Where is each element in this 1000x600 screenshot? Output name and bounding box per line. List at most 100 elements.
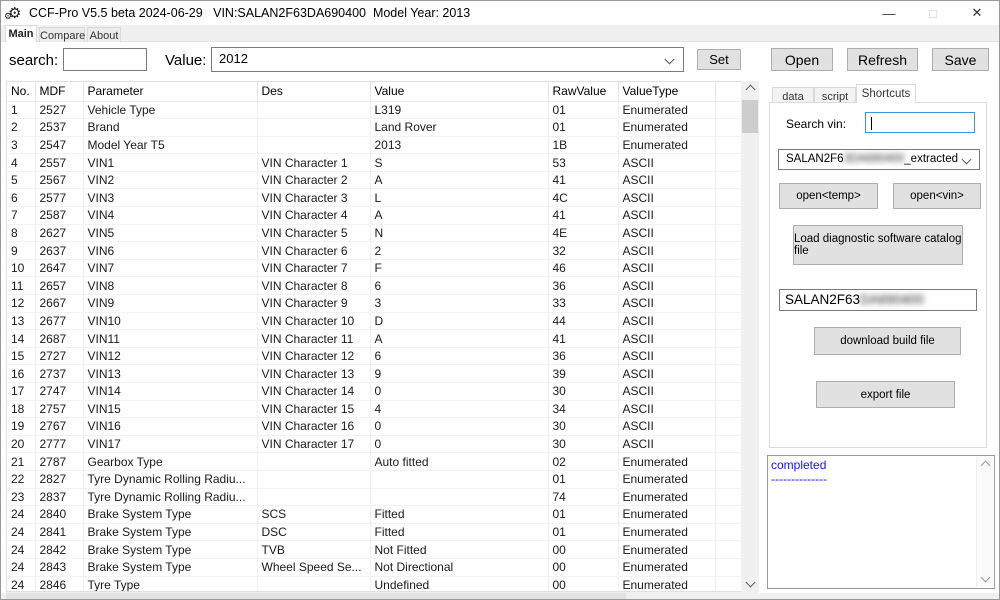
table-row[interactable]: 22537BrandLand Rover01Enumerated <box>7 119 743 137</box>
table-cell: VIN Character 4 <box>257 207 370 225</box>
table-cell: ASCII <box>618 383 715 401</box>
table-cell: 22 <box>7 470 35 488</box>
table-horizontal-scrollbar[interactable] <box>6 592 759 600</box>
column-header-no[interactable]: No. <box>7 82 35 101</box>
export-file-button[interactable]: export file <box>816 381 955 408</box>
column-header-parameter[interactable]: Parameter <box>83 82 257 101</box>
table-row[interactable]: 102647VIN7VIN Character 7F46ASCII <box>7 259 743 277</box>
table-cell: 1 <box>7 101 35 119</box>
table-row[interactable]: 242840Brake System TypeSCSFitted01Enumer… <box>7 506 743 524</box>
table-row[interactable]: 62577VIN3VIN Character 3L4CASCII <box>7 189 743 207</box>
value-combobox[interactable]: 2012 <box>211 47 684 72</box>
minimize-button[interactable]: — <box>867 1 911 25</box>
tab-main[interactable]: Main <box>5 25 37 42</box>
table-row[interactable]: 182757VIN15VIN Character 15434ASCII <box>7 400 743 418</box>
table-cell: 4 <box>7 154 35 172</box>
table-row[interactable]: 112657VIN8VIN Character 8636ASCII <box>7 277 743 295</box>
table-row[interactable]: 42557VIN1VIN Character 1S53ASCII <box>7 154 743 172</box>
table-row[interactable]: 132677VIN10VIN Character 10D44ASCII <box>7 312 743 330</box>
table-cell: 4 <box>370 400 548 418</box>
table-cell: 2657 <box>35 277 83 295</box>
table-row[interactable]: 152727VIN12VIN Character 12636ASCII <box>7 347 743 365</box>
table-cell: VIN9 <box>83 295 257 313</box>
log-box[interactable]: completed-------------- <box>767 455 995 589</box>
table-row[interactable]: 52567VIN2VIN Character 2A41ASCII <box>7 171 743 189</box>
tab-data[interactable]: data <box>772 87 814 103</box>
load-catalog-button[interactable]: Load diagnostic software catalog file <box>793 225 963 265</box>
table-cell: 0 <box>370 383 548 401</box>
tab-compare[interactable]: Compare <box>39 27 85 42</box>
table-cell <box>257 119 370 137</box>
tab-shortcuts[interactable]: Shortcuts <box>856 84 916 103</box>
table-cell: ASCII <box>618 154 715 172</box>
search-vin-input[interactable] <box>865 112 975 133</box>
table-cell: 14 <box>7 330 35 348</box>
table-cell-filler <box>715 383 743 401</box>
table-row[interactable]: 222827Tyre Dynamic Rolling Radiu...01Enu… <box>7 470 743 488</box>
tab-about[interactable]: About <box>87 27 121 42</box>
scroll-up-icon[interactable] <box>741 81 759 98</box>
table-row[interactable]: 12527Vehicle TypeL31901Enumerated <box>7 101 743 119</box>
tab-script[interactable]: script <box>814 87 856 103</box>
table-row[interactable]: 92637VIN6VIN Character 6232ASCII <box>7 242 743 260</box>
table-cell: TVB <box>257 541 370 559</box>
table-row[interactable]: 32547Model Year T520131BEnumerated <box>7 136 743 154</box>
column-header-rawvalue[interactable]: RawValue <box>548 82 618 101</box>
small-gear-icon: ⚙ <box>4 11 12 22</box>
set-button[interactable]: Set <box>697 49 741 70</box>
table-row[interactable]: 172747VIN14VIN Character 14030ASCII <box>7 383 743 401</box>
table-row[interactable]: 242846Tyre TypeUndefined00Enumerated <box>7 576 743 592</box>
table-row[interactable]: 242842Brake System TypeTVBNot Fitted00En… <box>7 541 743 559</box>
save-button[interactable]: Save <box>932 48 989 71</box>
table-cell: Model Year T5 <box>83 136 257 154</box>
table-row[interactable]: 142687VIN11VIN Character 11A41ASCII <box>7 330 743 348</box>
table-vertical-scrollbar[interactable] <box>741 81 759 592</box>
vin-field[interactable]: SALAN2F63DA690400 <box>779 289 977 311</box>
table-row[interactable]: 162737VIN13VIN Character 13939ASCII <box>7 365 743 383</box>
column-header-value[interactable]: Value <box>370 82 548 101</box>
table-cell: VIN13 <box>83 365 257 383</box>
open-temp-button[interactable]: open<temp> <box>779 183 878 209</box>
table-cell <box>257 488 370 506</box>
hscroll-thumb[interactable] <box>6 593 626 600</box>
table-cell: 2 <box>370 242 548 260</box>
table-row[interactable]: 202777VIN17VIN Character 17030ASCII <box>7 435 743 453</box>
open-vin-button[interactable]: open<vin> <box>893 183 981 209</box>
table-cell: Enumerated <box>618 453 715 471</box>
table-row[interactable]: 122667VIN9VIN Character 9333ASCII <box>7 295 743 313</box>
column-header-mdf[interactable]: MDF <box>35 82 83 101</box>
table-cell: Brake System Type <box>83 506 257 524</box>
table-row[interactable]: 82627VIN5VIN Character 5N4EASCII <box>7 224 743 242</box>
column-header-valuetype[interactable]: ValueType <box>618 82 715 101</box>
scroll-thumb[interactable] <box>742 100 758 133</box>
table-cell: 30 <box>548 418 618 436</box>
table-row[interactable]: 242843Brake System TypeWheel Speed Se...… <box>7 558 743 576</box>
table-cell: VIN Character 2 <box>257 171 370 189</box>
table-cell: ASCII <box>618 295 715 313</box>
table-cell: 41 <box>548 330 618 348</box>
maximize-button[interactable]: □ <box>911 1 955 25</box>
scroll-up-icon[interactable] <box>977 457 993 474</box>
table-row[interactable]: 212787Gearbox TypeAuto fitted02Enumerate… <box>7 453 743 471</box>
log-scrollbar[interactable] <box>976 457 993 587</box>
table-row[interactable]: 232837Tyre Dynamic Rolling Radiu...74Enu… <box>7 488 743 506</box>
open-button[interactable]: Open <box>771 48 833 71</box>
refresh-button[interactable]: Refresh <box>847 48 918 71</box>
column-header-des[interactable]: Des <box>257 82 370 101</box>
scroll-down-icon[interactable] <box>977 570 993 587</box>
table-cell: 23 <box>7 488 35 506</box>
table-cell: L319 <box>370 101 548 119</box>
table-cell: Undefined <box>370 576 548 592</box>
table-cell: 2841 <box>35 523 83 541</box>
close-button[interactable]: ✕ <box>955 1 999 25</box>
column-header-filler <box>715 82 743 101</box>
table-row[interactable]: 242841Brake System TypeDSCFitted01Enumer… <box>7 523 743 541</box>
table-cell: 6 <box>370 277 548 295</box>
table-row[interactable]: 192767VIN16VIN Character 16030ASCII <box>7 418 743 436</box>
search-input[interactable] <box>63 48 147 71</box>
scroll-down-icon[interactable] <box>741 575 759 592</box>
table-row[interactable]: 72587VIN4VIN Character 4A41ASCII <box>7 207 743 225</box>
table-cell: 2757 <box>35 400 83 418</box>
download-build-button[interactable]: download build file <box>814 327 961 355</box>
extracted-file-combobox[interactable]: SALAN2F63DA690400_extracted <box>778 149 980 170</box>
